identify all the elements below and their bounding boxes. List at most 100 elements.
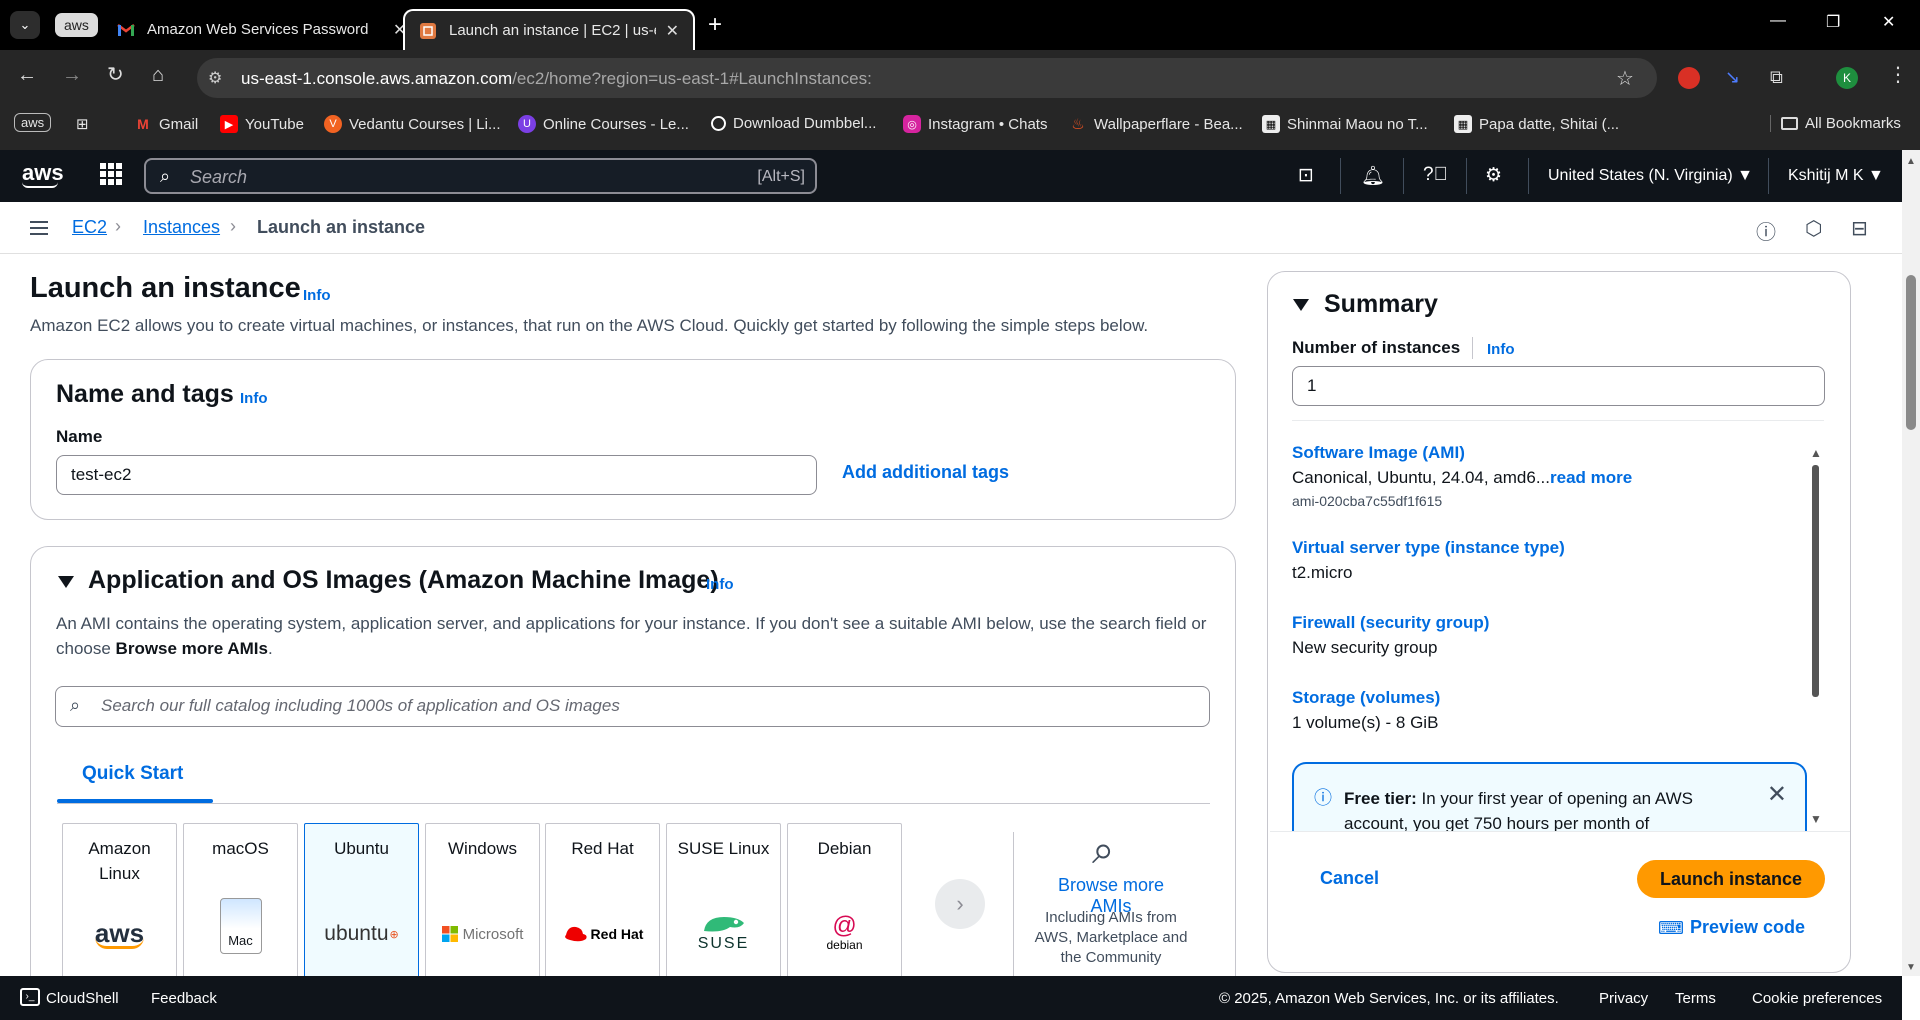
os-logo-text: debian: [826, 938, 863, 952]
firewall-link[interactable]: Firewall (security group): [1292, 613, 1489, 633]
side-nav-menu-icon[interactable]: [30, 221, 48, 235]
browser-tab-password[interactable]: Amazon Web Services Password ✕: [103, 9, 420, 50]
ami-search-input[interactable]: ⌕ Search our full catalog including 1000…: [55, 686, 1210, 727]
region-selector[interactable]: United States (N. Virginia) ▼: [1548, 167, 1753, 185]
back-icon[interactable]: ←: [17, 64, 37, 86]
software-image-link[interactable]: Software Image (AMI): [1292, 443, 1465, 463]
home-icon[interactable]: ⌂: [152, 64, 164, 86]
collapse-caret-icon[interactable]: [58, 576, 74, 588]
account-menu[interactable]: Kshitij M K ▼: [1788, 167, 1884, 185]
bookmark-label: All Bookmarks: [1805, 115, 1901, 132]
bookmark-star-icon[interactable]: ☆: [1616, 66, 1634, 91]
bookmark-gmail[interactable]: M Gmail: [134, 115, 198, 133]
name-input[interactable]: test-ec2: [56, 455, 817, 495]
minimize-icon[interactable]: —: [1770, 12, 1786, 30]
bookmark-online-courses[interactable]: U Online Courses - Le...: [518, 115, 689, 133]
name-tags-info-link[interactable]: Info: [240, 390, 268, 407]
cloudshell-icon[interactable]: ⊡: [1298, 164, 1314, 187]
close-window-icon[interactable]: ✕: [1882, 12, 1895, 32]
settings-gear-icon[interactable]: ⚙: [1485, 164, 1502, 187]
os-card-ubuntu[interactable]: Ubuntu ubuntu ⊕: [304, 823, 419, 983]
bookmark-wallpaperflare[interactable]: ♨ Wallpaperflare - Bea...: [1069, 115, 1242, 134]
reload-icon[interactable]: ↻: [107, 64, 124, 86]
tab-quick-start[interactable]: Quick Start: [82, 763, 183, 785]
instance-type-link[interactable]: Virtual server type (instance type): [1292, 538, 1565, 558]
console-search-input[interactable]: ⌕ Search [Alt+S]: [144, 158, 817, 194]
scroll-up-arrow-icon[interactable]: ▲: [1810, 446, 1822, 460]
breadcrumb-instances[interactable]: Instances: [143, 217, 220, 238]
tab-title: Amazon Web Services Password: [147, 21, 369, 38]
extensions-puzzle-icon[interactable]: ⧉: [1770, 67, 1792, 89]
scroll-down-arrow-icon[interactable]: ▼: [1810, 812, 1822, 826]
notifications-hex-icon[interactable]: ⬡: [1805, 216, 1822, 241]
storage-link[interactable]: Storage (volumes): [1292, 688, 1440, 708]
page-scroll-down-icon[interactable]: ▼: [1906, 962, 1916, 973]
close-tab-icon[interactable]: ✕: [666, 21, 679, 41]
page-scroll-up-icon[interactable]: ▲: [1906, 156, 1916, 167]
breadcrumb-ec2[interactable]: EC2: [72, 217, 107, 238]
os-card-debian[interactable]: Debian @ debian: [787, 823, 902, 983]
services-grid-icon[interactable]: [100, 163, 122, 185]
launch-instance-button[interactable]: Launch instance: [1637, 860, 1825, 898]
os-card-macos[interactable]: macOS Mac: [183, 823, 298, 983]
browser-tab-launch-instance[interactable]: Launch an instance | EC2 | us-east-1 ✕: [403, 9, 695, 50]
bookmark-label: Gmail: [159, 115, 199, 133]
tab-group-label[interactable]: aws: [55, 13, 98, 37]
name-tags-title: Name and tags: [56, 380, 234, 408]
profile-avatar[interactable]: K: [1836, 67, 1858, 89]
os-card-red-hat[interactable]: Red Hat Red Hat: [545, 823, 660, 983]
bookmark-shinmai[interactable]: ▦ Shinmai Maou no T...: [1262, 115, 1428, 133]
software-image-text: Canonical, Ubuntu, 24.04, amd6...: [1292, 468, 1550, 487]
terms-link[interactable]: Terms: [1675, 990, 1716, 1007]
os-card-amazon-linux[interactable]: Amazon Linux aws: [62, 823, 177, 983]
ami-info-link[interactable]: Info: [706, 576, 734, 593]
privacy-link[interactable]: Privacy: [1599, 990, 1648, 1007]
feedback-link[interactable]: Feedback: [151, 990, 217, 1007]
bookmark-papa-datte[interactable]: ▦ Papa datte, Shitai (...: [1454, 115, 1619, 133]
forward-icon[interactable]: →: [62, 64, 82, 86]
ami-title: Application and OS Images (Amazon Machin…: [88, 566, 719, 594]
adblock-extension-icon[interactable]: [1678, 67, 1700, 89]
restore-icon[interactable]: ❐: [1826, 12, 1840, 32]
cloudshell-link[interactable]: CloudShell: [46, 990, 119, 1007]
cookie-preferences-link[interactable]: Cookie preferences: [1752, 990, 1882, 1007]
summary-scrollbar-thumb[interactable]: [1812, 465, 1819, 697]
help-icon[interactable]: ?⃝: [1423, 164, 1448, 186]
tab-search-button[interactable]: ⌄: [10, 11, 40, 39]
new-tab-icon[interactable]: +: [708, 11, 722, 39]
courses-icon: U: [518, 115, 536, 133]
number-of-instances-info-link[interactable]: Info: [1487, 341, 1515, 358]
bookmark-group-aws[interactable]: aws: [14, 113, 52, 132]
next-os-chevron-icon[interactable]: ›: [935, 879, 985, 929]
bookmark-youtube[interactable]: ▶ YouTube: [220, 115, 304, 133]
page-scrollbar-track[interactable]: [1902, 150, 1920, 976]
bookmark-dumbbell[interactable]: Download Dumbbel...: [711, 115, 876, 132]
cloudshell-icon[interactable]: ›_: [20, 988, 40, 1006]
apps-grid-icon[interactable]: ⊞: [76, 115, 89, 133]
feedback-icon[interactable]: ⊟: [1851, 216, 1868, 241]
info-circle-icon[interactable]: ⓘ: [1756, 216, 1776, 245]
read-more-link[interactable]: read more: [1550, 468, 1632, 487]
url-text[interactable]: us-east-1.console.aws.amazon.com/ec2/hom…: [241, 69, 872, 89]
notifications-bell-icon[interactable]: 🔔︎: [1361, 164, 1385, 188]
bookmark-instagram[interactable]: ◎ Instagram • Chats: [903, 115, 1047, 133]
cursor-extension-icon[interactable]: ↘: [1725, 67, 1747, 89]
bookmark-group-label: aws: [14, 113, 52, 132]
cancel-button[interactable]: Cancel: [1320, 868, 1379, 889]
search-placeholder: Search: [190, 167, 248, 187]
os-card-windows[interactable]: Windows Microsoft: [425, 823, 540, 983]
page-info-link[interactable]: Info: [303, 287, 331, 304]
page-scrollbar-thumb[interactable]: [1906, 275, 1916, 430]
bookmark-label: Instagram • Chats: [928, 115, 1048, 133]
all-bookmarks[interactable]: All Bookmarks: [1770, 115, 1901, 132]
close-icon[interactable]: ✕: [1767, 780, 1787, 809]
os-card-suse[interactable]: SUSE Linux SUSE: [666, 823, 781, 983]
breadcrumb-current: Launch an instance: [257, 217, 426, 237]
browser-menu-icon[interactable]: ⋮: [1888, 64, 1908, 86]
add-additional-tags-link[interactable]: Add additional tags: [842, 462, 1009, 483]
site-info-icon[interactable]: ⚙: [208, 68, 222, 88]
bookmark-vedantu[interactable]: V Vedantu Courses | Li...: [324, 115, 501, 133]
collapse-caret-icon[interactable]: [1293, 299, 1309, 311]
number-of-instances-input[interactable]: 1: [1292, 366, 1825, 406]
preview-code-link[interactable]: Preview code: [1690, 917, 1805, 938]
